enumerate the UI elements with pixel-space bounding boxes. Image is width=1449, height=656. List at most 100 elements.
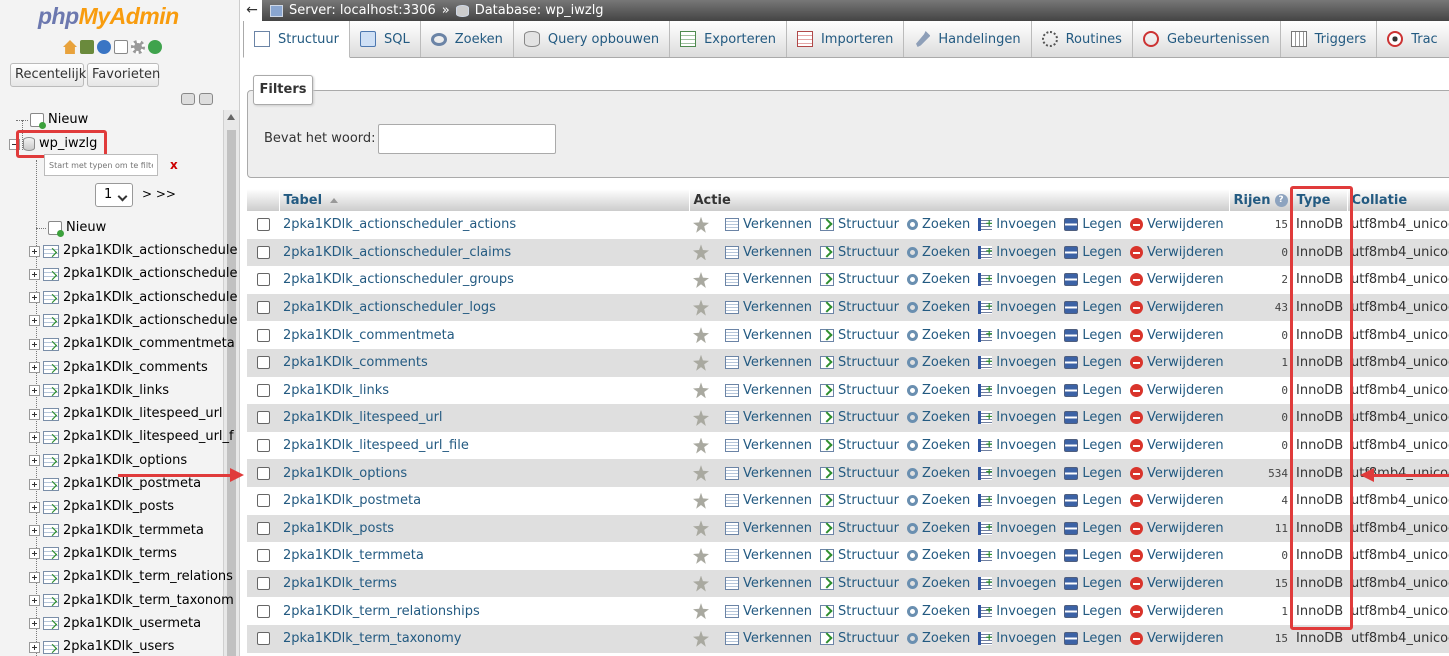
tab-search[interactable]: Zoeken	[421, 21, 514, 57]
link-with-main-icon[interactable]	[199, 93, 213, 105]
row-checkbox[interactable]	[257, 604, 270, 618]
drop-action[interactable]: Verwijderen	[1129, 355, 1224, 370]
search-action[interactable]: Zoeken	[907, 245, 970, 260]
structure-action[interactable]: Structuur	[820, 631, 899, 646]
browse-action[interactable]: Verkennen	[725, 576, 812, 591]
tree-item-table[interactable]: 2pka1KDlk_links	[29, 381, 169, 401]
tree-table-label[interactable]: 2pka1KDlk_usermeta	[63, 614, 201, 634]
insert-action[interactable]: Invoegen	[978, 576, 1056, 591]
search-action[interactable]: Zoeken	[907, 217, 970, 232]
tree-item-table[interactable]: 2pka1KDlk_commentmeta	[29, 334, 235, 354]
tree-item-table[interactable]: 2pka1KDlk_users	[29, 637, 174, 656]
row-checkbox[interactable]	[257, 301, 270, 315]
drop-action[interactable]: Verwijderen	[1129, 576, 1224, 591]
breadcrumb-database[interactable]: Database: wp_iwzlg	[475, 0, 604, 21]
tree-table-label[interactable]: 2pka1KDlk_term_relations	[63, 567, 233, 587]
row-checkbox[interactable]	[257, 577, 270, 591]
search-action[interactable]: Zoeken	[907, 355, 970, 370]
insert-action[interactable]: Invoegen	[978, 217, 1056, 232]
table-icon[interactable]	[43, 477, 59, 491]
tree-item-table[interactable]: 2pka1KDlk_usermeta	[29, 614, 201, 634]
tree-item-new-table[interactable]: Nieuw	[36, 218, 106, 238]
drop-action[interactable]: Verwijderen	[1129, 548, 1224, 563]
browse-action[interactable]: Verkennen	[725, 355, 812, 370]
expand-icon[interactable]	[29, 595, 40, 606]
row-checkbox[interactable]	[257, 439, 270, 453]
favorite-star-icon[interactable]	[693, 327, 709, 344]
favorite-star-icon[interactable]	[693, 354, 709, 371]
empty-action[interactable]: Legen	[1064, 438, 1122, 453]
tab-structure[interactable]: Structuur	[243, 21, 351, 58]
scroll-up-icon[interactable]	[227, 114, 235, 120]
recent-button[interactable]: Recentelijk	[10, 63, 86, 87]
collapse-all-icon[interactable]	[181, 93, 195, 105]
empty-action[interactable]: Legen	[1064, 576, 1122, 591]
row-checkbox[interactable]	[257, 383, 270, 397]
column-header-table[interactable]: Tabel	[279, 189, 690, 211]
search-action[interactable]: Zoeken	[907, 521, 970, 536]
row-checkbox[interactable]	[257, 273, 270, 287]
table-icon[interactable]	[43, 547, 59, 561]
favorite-star-icon[interactable]	[693, 382, 709, 399]
row-checkbox[interactable]	[257, 549, 270, 563]
expand-icon[interactable]	[29, 455, 40, 467]
tree-filter-input[interactable]	[44, 154, 158, 176]
tab-query[interactable]: Query opbouwen	[514, 21, 671, 57]
expand-icon[interactable]	[29, 548, 40, 560]
expand-icon[interactable]	[29, 618, 40, 630]
tree-item-table[interactable]: 2pka1KDlk_litespeed_url_f	[29, 427, 234, 447]
favorite-star-icon[interactable]	[693, 603, 709, 620]
structure-action[interactable]: Structuur	[820, 245, 899, 260]
structure-action[interactable]: Structuur	[820, 548, 899, 563]
tree-item-table[interactable]: 2pka1KDlk_posts	[29, 497, 174, 517]
drop-action[interactable]: Verwijderen	[1129, 493, 1224, 508]
insert-action[interactable]: Invoegen	[978, 466, 1056, 481]
empty-action[interactable]: Legen	[1064, 410, 1122, 425]
insert-action[interactable]: Invoegen	[978, 383, 1056, 398]
favorite-star-icon[interactable]	[693, 437, 709, 454]
table-icon[interactable]	[43, 594, 59, 607]
favorite-star-icon[interactable]	[693, 465, 709, 482]
structure-action[interactable]: Structuur	[820, 355, 899, 370]
drop-action[interactable]: Verwijderen	[1129, 466, 1224, 481]
favorite-star-icon[interactable]	[693, 547, 709, 564]
drop-action[interactable]: Verwijderen	[1129, 521, 1224, 536]
favorite-star-icon[interactable]	[693, 575, 709, 592]
table-name-link[interactable]: 2pka1KDlk_litespeed_url_file	[283, 438, 469, 453]
favorite-star-icon[interactable]	[693, 409, 709, 426]
documentation-icon[interactable]	[114, 40, 128, 54]
expand-icon[interactable]	[29, 408, 40, 420]
table-icon[interactable]	[43, 314, 59, 328]
browse-action[interactable]: Verkennen	[725, 245, 812, 260]
search-action[interactable]: Zoeken	[907, 438, 970, 453]
insert-action[interactable]: Invoegen	[978, 355, 1056, 370]
empty-action[interactable]: Legen	[1064, 245, 1122, 260]
favorite-star-icon[interactable]	[693, 216, 709, 233]
empty-action[interactable]: Legen	[1064, 604, 1122, 619]
search-action[interactable]: Zoeken	[907, 631, 970, 646]
drop-action[interactable]: Verwijderen	[1129, 410, 1224, 425]
tree-item-table[interactable]: 2pka1KDlk_actionschedule	[29, 311, 238, 331]
drop-action[interactable]: Verwijderen	[1129, 631, 1224, 646]
table-icon[interactable]	[43, 407, 59, 421]
table-name-link[interactable]: 2pka1KDlk_actionscheduler_actions	[283, 217, 516, 232]
insert-action[interactable]: Invoegen	[978, 245, 1056, 260]
table-name-link[interactable]: 2pka1KDlk_term_relationships	[283, 604, 480, 619]
structure-action[interactable]: Structuur	[820, 272, 899, 287]
empty-action[interactable]: Legen	[1064, 383, 1122, 398]
favorite-star-icon[interactable]	[693, 244, 709, 261]
tree-table-label[interactable]: 2pka1KDlk_users	[63, 637, 174, 656]
tree-next-page-link[interactable]: > >>	[142, 187, 176, 201]
browse-action[interactable]: Verkennen	[725, 493, 812, 508]
tree-filter-clear-button[interactable]: x	[170, 158, 178, 172]
column-header-collation[interactable]: Collatie	[1347, 189, 1449, 211]
table-name-link[interactable]: 2pka1KDlk_actionscheduler_groups	[283, 272, 514, 287]
table-icon[interactable]	[43, 361, 59, 374]
expand-icon[interactable]	[29, 362, 40, 373]
tree-table-label[interactable]: 2pka1KDlk_options	[63, 451, 187, 471]
drop-action[interactable]: Verwijderen	[1129, 604, 1224, 619]
drop-action[interactable]: Verwijderen	[1129, 217, 1224, 232]
table-icon[interactable]	[43, 337, 59, 351]
filter-word-input[interactable]	[378, 124, 556, 154]
drop-action[interactable]: Verwijderen	[1129, 300, 1224, 315]
